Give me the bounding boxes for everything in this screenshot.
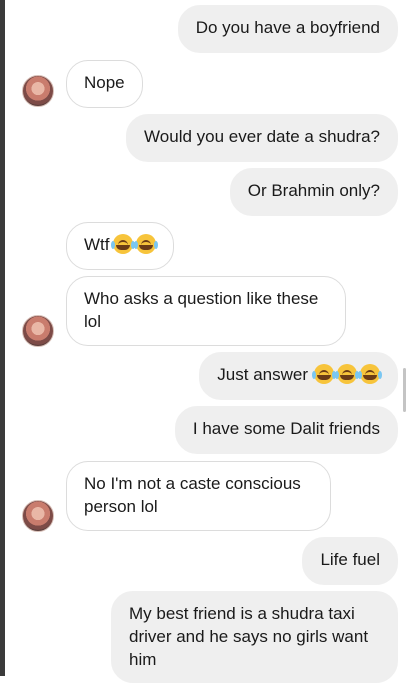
face-with-tears-of-joy-icon	[110, 234, 135, 254]
message-bubble-incoming[interactable]: Who asks a question like these lol	[66, 276, 346, 346]
scrollbar-thumb[interactable]	[403, 368, 406, 412]
message-bubble-incoming[interactable]: Wtf	[66, 222, 174, 270]
message-text: Or Brahmin only?	[247, 181, 380, 200]
message-bubble-outgoing[interactable]: Would you ever date a shudra?	[126, 114, 398, 162]
message-bubble-outgoing[interactable]: I have some Dalit friends	[174, 406, 398, 454]
message-text: My best friend is a shudra taxi driver a…	[129, 604, 369, 669]
message-text: Do you have a boyfriend	[195, 18, 380, 37]
contact-avatar[interactable]	[22, 315, 54, 347]
face-with-tears-of-joy-icon	[133, 234, 158, 254]
message-text: Just answer	[217, 365, 308, 384]
window-edge	[0, 0, 5, 676]
message-bubble-outgoing[interactable]: Just answer	[199, 352, 398, 400]
contact-avatar[interactable]	[22, 500, 54, 532]
message-bubble-outgoing[interactable]: Or Brahmin only?	[229, 168, 398, 216]
message-text: Wtf	[84, 235, 110, 254]
message-text: Would you ever date a shudra?	[144, 127, 380, 146]
face-with-tears-of-joy-icon	[335, 364, 359, 384]
message-bubble-outgoing[interactable]: Life fuel	[302, 537, 398, 585]
face-with-tears-of-joy-icon	[312, 364, 336, 384]
message-text: Life fuel	[320, 550, 380, 569]
message-bubble-incoming[interactable]: No I'm not a caste conscious person lol	[66, 461, 331, 531]
message-text: Nope	[84, 73, 125, 92]
message-text: I have some Dalit friends	[192, 419, 380, 438]
message-bubble-outgoing[interactable]: My best friend is a shudra taxi driver a…	[111, 591, 398, 683]
message-bubble-outgoing[interactable]: Do you have a boyfriend	[177, 5, 398, 53]
face-with-tears-of-joy-icon	[358, 364, 382, 384]
message-text: Who asks a question like these lol	[84, 289, 319, 331]
message-text: No I'm not a caste conscious person lol	[84, 474, 301, 516]
contact-avatar[interactable]	[22, 75, 54, 107]
message-bubble-incoming[interactable]: Nope	[66, 60, 143, 108]
